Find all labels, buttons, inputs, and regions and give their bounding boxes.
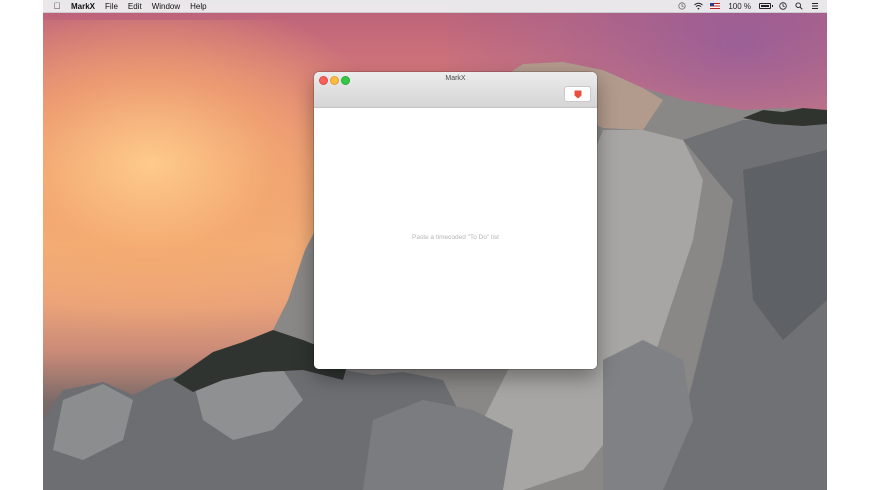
battery-percent: 100 % [728, 1, 751, 11]
time-machine-icon[interactable] [678, 2, 686, 10]
menu-app-name[interactable]: MarkX [71, 2, 95, 11]
menu-bar:  MarkX File Edit Window Help 100 % [43, 0, 827, 13]
markx-window: MarkX Paste a timecoded "To Do" list [314, 72, 597, 369]
apple-icon[interactable]:  [53, 0, 61, 12]
paste-placeholder: Paste a timecoded "To Do" list [412, 234, 499, 241]
wifi-icon[interactable] [694, 2, 704, 10]
menu-edit[interactable]: Edit [128, 2, 142, 11]
red-marker-icon [574, 90, 581, 98]
clock-icon[interactable] [779, 2, 787, 10]
us-flag-icon[interactable] [710, 3, 721, 9]
paste-area[interactable]: Paste a timecoded "To Do" list [314, 108, 597, 369]
notification-center-icon[interactable] [811, 2, 819, 10]
battery-icon[interactable] [759, 3, 773, 9]
spotlight-icon[interactable] [795, 2, 803, 10]
window-titlebar[interactable]: MarkX [314, 72, 597, 108]
menu-file[interactable]: File [105, 2, 118, 11]
window-title: MarkX [445, 75, 466, 82]
marker-toolbar-button[interactable] [564, 86, 591, 102]
menu-window[interactable]: Window [152, 2, 180, 11]
menu-help[interactable]: Help [190, 2, 206, 11]
